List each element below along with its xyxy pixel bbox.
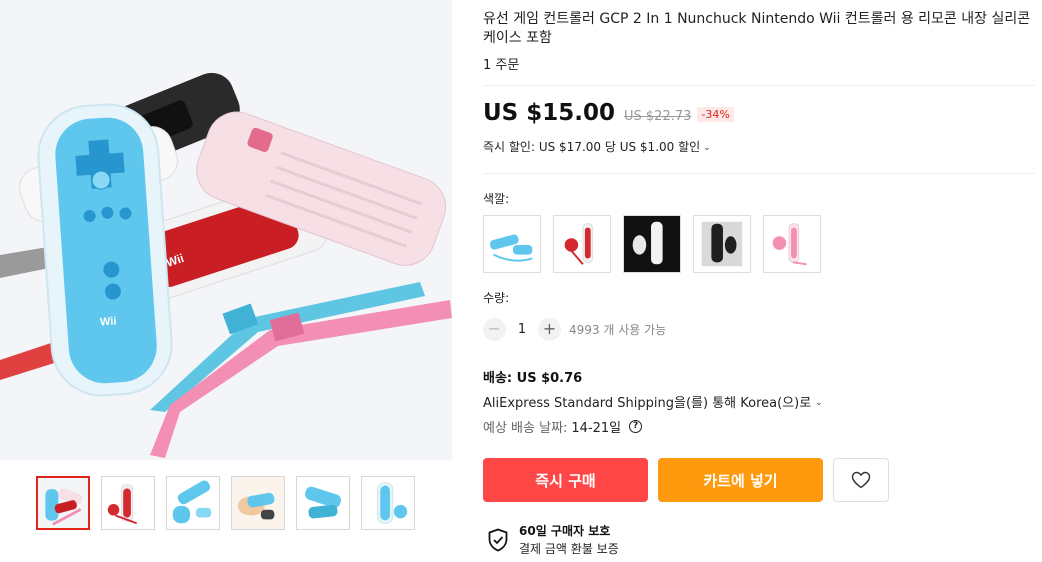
quantity-decrease-button[interactable]: −: [483, 318, 506, 341]
price-row: US $15.00 US $22.73 -34%: [483, 100, 1035, 126]
buyer-protection-subtitle: 결제 금액 환불 보증: [519, 542, 619, 556]
color-option-blue[interactable]: [483, 215, 541, 273]
color-options: [483, 215, 1035, 273]
quantity-value[interactable]: 1: [506, 322, 538, 337]
heart-icon: [851, 471, 871, 489]
thumbnail-strip: [36, 476, 415, 530]
shipping-method-text: AliExpress Standard Shipping을(를) 통해 Kore…: [483, 396, 812, 411]
quantity-increase-button[interactable]: +: [538, 318, 561, 341]
stock-available: 4993 개 사용 가능: [569, 323, 667, 337]
divider: [483, 85, 1035, 86]
help-icon[interactable]: ?: [629, 420, 643, 433]
add-to-cart-button[interactable]: 카트에 넣기: [658, 458, 823, 502]
delivery-estimate-label: 예상 배송 날짜:: [483, 421, 568, 436]
shipping-cost: 배송: US $0.76: [483, 371, 583, 386]
main-product-image[interactable]: Wii Wii: [0, 0, 452, 460]
wii-remote-photo: Wii Wii: [0, 0, 452, 460]
current-price: US $15.00: [483, 100, 616, 126]
original-price: US $22.73: [624, 109, 692, 124]
divider: [483, 173, 1035, 174]
thumbnail-4[interactable]: [231, 476, 285, 530]
thumbnail-6[interactable]: [361, 476, 415, 530]
color-option-red[interactable]: [553, 215, 611, 273]
discount-badge: -34%: [697, 107, 734, 122]
shield-check-icon: [488, 528, 508, 551]
delivery-estimate-value: 14-21일: [571, 421, 622, 436]
delivery-estimate: 예상 배송 날짜: 14-21일 ?: [483, 417, 1035, 436]
instant-discount[interactable]: 즉시 할인: US $17.00 당 US $1.00 할인 ⌄: [483, 138, 1035, 155]
thumbnail-5[interactable]: [296, 476, 350, 530]
chevron-down-icon: ⌄: [703, 142, 711, 153]
color-option-white[interactable]: [623, 215, 681, 273]
action-buttons: 즉시 구매 카트에 넣기: [483, 458, 1035, 502]
shipping-method[interactable]: AliExpress Standard Shipping을(를) 통해 Kore…: [483, 392, 1035, 411]
instant-discount-text: 즉시 할인: US $17.00 당 US $1.00 할인: [483, 140, 701, 154]
product-info: 유선 게임 컨트롤러 GCP 2 In 1 Nunchuck Nintendo …: [483, 10, 1035, 557]
color-option-black[interactable]: [693, 215, 751, 273]
order-count: 1 주문: [483, 58, 520, 73]
wishlist-button[interactable]: [833, 458, 889, 502]
quantity-stepper: − 1 + 4993 개 사용 가능: [483, 318, 1035, 341]
thumbnail-2[interactable]: [101, 476, 155, 530]
thumbnail-3[interactable]: [166, 476, 220, 530]
color-option-pink[interactable]: [763, 215, 821, 273]
product-title: 유선 게임 컨트롤러 GCP 2 In 1 Nunchuck Nintendo …: [483, 11, 1031, 46]
quantity-label: 수량:: [483, 291, 510, 305]
thumbnail-1[interactable]: [36, 476, 90, 530]
buy-now-button[interactable]: 즉시 구매: [483, 458, 648, 502]
svg-text:Wii: Wii: [100, 315, 117, 328]
chevron-down-icon: ⌄: [815, 397, 823, 408]
color-label: 색깔:: [483, 192, 510, 206]
buyer-protection: 60일 구매자 보호 결제 금액 환불 보증: [487, 522, 1035, 557]
buyer-protection-title: 60일 구매자 보호: [519, 524, 611, 538]
